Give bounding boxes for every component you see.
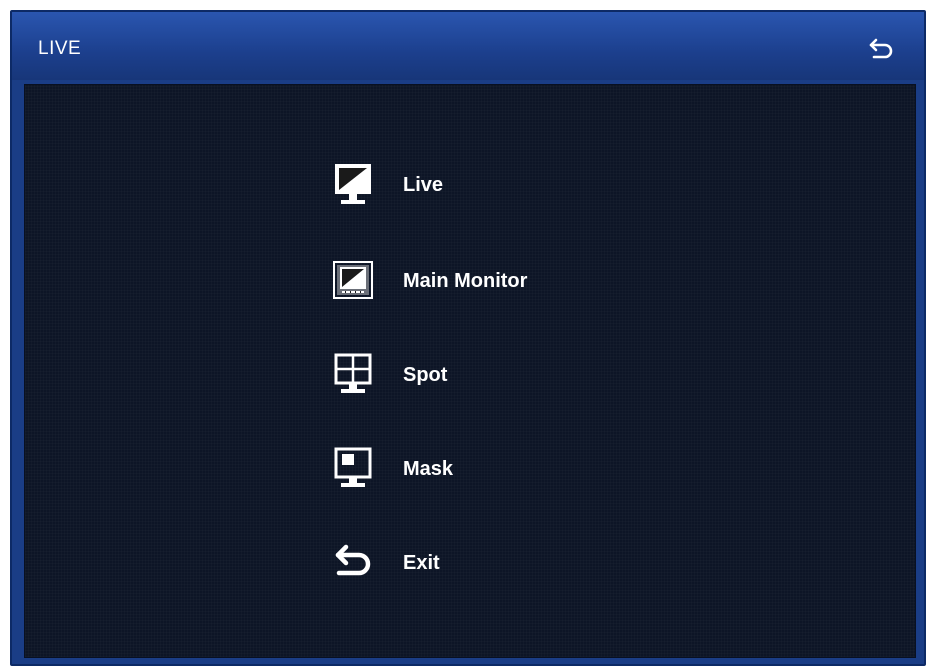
menu-item-mask[interactable]: Mask [329, 441, 453, 497]
title-bar: LIVE [12, 12, 924, 80]
menu-item-exit[interactable]: Exit [329, 535, 440, 591]
back-arrow-icon [869, 38, 893, 59]
menu-item-label: Mask [403, 457, 454, 480]
menu-item-label: Exit [403, 551, 440, 574]
mask-monitor-icon [329, 444, 377, 494]
menu-item-label: Spot [403, 363, 448, 386]
window-title: LIVE [38, 38, 82, 59]
menu-item-live[interactable]: Live [329, 157, 443, 213]
back-button[interactable] [868, 36, 896, 62]
main-monitor-icon [329, 256, 377, 306]
menu-item-main-monitor[interactable]: Main Monitor [329, 253, 527, 309]
monitor-icon [329, 160, 377, 210]
quad-split-monitor-icon [329, 350, 377, 400]
menu-panel: Live Main Monitor Spot Mask Exit [24, 84, 916, 658]
menu-item-spot[interactable]: Spot [329, 347, 447, 403]
menu-item-label: Live [403, 173, 444, 196]
menu-item-label: Main Monitor [403, 269, 528, 292]
exit-arrow-icon [329, 538, 377, 588]
live-menu-window: LIVE Live Main Monitor Spot Mask Exit [10, 10, 926, 666]
